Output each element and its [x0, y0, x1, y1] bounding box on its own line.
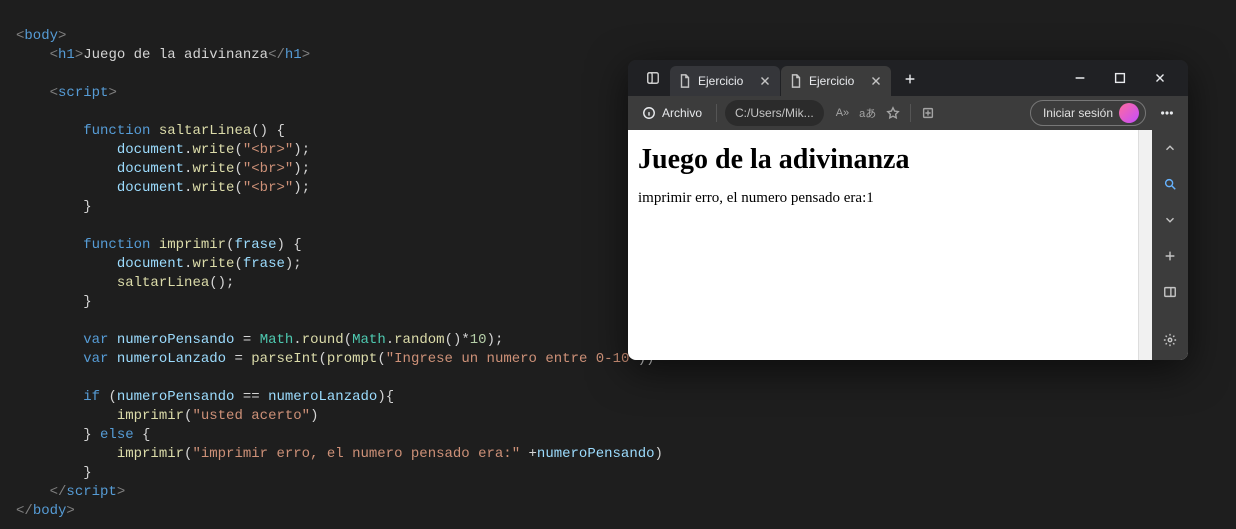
- close-icon[interactable]: [869, 74, 883, 88]
- collections-icon[interactable]: [921, 106, 935, 120]
- url-path[interactable]: C:/Users/Mik...: [725, 100, 824, 126]
- h1-text: Juego de la adivinanza: [83, 47, 268, 63]
- tab-title: Ejercicio: [698, 74, 743, 88]
- page-heading: Juego de la adivinanza: [638, 144, 1128, 176]
- translate-icon[interactable]: aあ: [859, 105, 876, 121]
- tab-title: Ejercicio: [809, 74, 854, 88]
- url-scheme-label: Archivo: [662, 106, 702, 120]
- edge-sidebar: [1152, 130, 1188, 360]
- window-minimize-button[interactable]: [1060, 64, 1100, 92]
- browser-tabbar: Ejercicio Ejercicio: [628, 60, 1188, 96]
- browser-address-bar: Archivo C:/Users/Mik... A» aあ Iniciar se…: [628, 96, 1188, 130]
- menu-dots-button[interactable]: [1154, 106, 1180, 120]
- page-content: Juego de la adivinanza imprimir erro, el…: [628, 130, 1138, 360]
- plus-icon[interactable]: [1156, 242, 1184, 270]
- panel-icon[interactable]: [1156, 278, 1184, 306]
- favorites-icon[interactable]: [886, 106, 900, 120]
- chevron-down-icon[interactable]: [1156, 206, 1184, 234]
- tab-actions-button[interactable]: [640, 65, 666, 91]
- divider: [716, 104, 717, 122]
- signin-button[interactable]: Iniciar sesión: [1030, 100, 1146, 126]
- avatar: [1119, 103, 1139, 123]
- new-tab-button[interactable]: [896, 65, 924, 93]
- read-aloud-icon[interactable]: A»: [836, 107, 849, 119]
- gear-icon[interactable]: [1156, 326, 1184, 354]
- page-viewport: Juego de la adivinanza imprimir erro, el…: [628, 130, 1188, 360]
- close-icon[interactable]: [758, 74, 772, 88]
- browser-tab-1[interactable]: Ejercicio: [670, 66, 780, 96]
- page-body-text: imprimir erro, el numero pensado era:1: [638, 190, 1128, 207]
- file-icon: [789, 74, 803, 88]
- browser-window: Ejercicio Ejercicio Archivo C:/Users/Mik…: [628, 60, 1188, 360]
- chevron-up-icon[interactable]: [1156, 134, 1184, 162]
- divider: [910, 104, 911, 122]
- window-maximize-button[interactable]: [1100, 64, 1140, 92]
- window-close-button[interactable]: [1140, 64, 1180, 92]
- site-info-button[interactable]: Archivo: [636, 100, 708, 126]
- page-scrollbar[interactable]: [1138, 130, 1152, 360]
- signin-label: Iniciar sesión: [1043, 106, 1113, 120]
- file-icon: [678, 74, 692, 88]
- browser-tab-2-active[interactable]: Ejercicio: [781, 66, 891, 96]
- search-icon[interactable]: [1156, 170, 1184, 198]
